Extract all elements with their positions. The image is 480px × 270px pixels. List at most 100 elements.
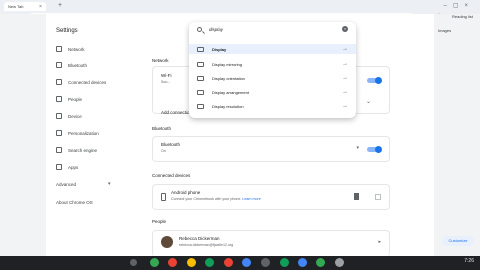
sidebar-item-device[interactable]: Device [56, 113, 82, 119]
display-icon [197, 46, 204, 52]
section-title-connected-devices: Connected devices [152, 173, 191, 178]
arrow-right-icon: → [342, 46, 348, 52]
sidebar-item-personalization[interactable]: Personalization [56, 130, 99, 136]
status-tray[interactable]: 7:26 [464, 258, 474, 264]
bluetooth-card: Bluetooth On ▾ [152, 136, 390, 162]
sidebar-item-bluetooth[interactable]: Bluetooth [56, 62, 87, 68]
sidebar-item-network[interactable]: Network [56, 46, 85, 52]
android-phone-label: Android phone [171, 190, 201, 195]
arrow-right-icon: → [342, 103, 348, 109]
open-in-new-icon[interactable] [354, 193, 359, 200]
close-icon[interactable]: × [39, 4, 42, 10]
arrow-right-icon: → [342, 89, 348, 95]
clock: 7:26 [464, 258, 474, 264]
wifi-icon [56, 46, 62, 52]
account-row[interactable]: Rebecca Dickerman rebecca.dickerman@fjwa… [179, 236, 381, 247]
window-controls[interactable]: –▢× [443, 2, 474, 9]
search-result-label: Display arrangement [212, 89, 249, 95]
bluetooth-toggle[interactable] [367, 145, 382, 153]
android-phone-desc: Connect your Chromebook with your phone.… [171, 197, 261, 201]
sidebar-item-label: About Chrome OS [56, 200, 93, 205]
phone-icon [161, 193, 166, 201]
search-icon [197, 27, 202, 32]
learn-more-link[interactable]: Learn more [242, 197, 260, 201]
devices-icon [56, 79, 62, 85]
sidebar-item-about[interactable]: About Chrome OS [56, 200, 93, 205]
sidebar-item-label: People [68, 96, 83, 102]
android-phone-row[interactable]: Android phone Connect your Chromebook wi… [171, 190, 381, 201]
sidebar-item-label: Network [68, 46, 85, 52]
new-tab-icon[interactable]: + [58, 2, 62, 9]
docs-icon[interactable] [242, 258, 251, 267]
bluetooth-row[interactable]: Bluetooth On [161, 142, 381, 153]
bluetooth-icon [56, 62, 62, 68]
arrow-right-icon: → [342, 75, 348, 81]
connected-devices-card: Android phone Connect your Chromebook wi… [152, 184, 390, 210]
settings-gear-icon[interactable] [335, 258, 344, 267]
display-icon [197, 89, 204, 95]
account-name: Rebecca Dickerman [179, 236, 220, 241]
sidebar-item-connected-devices[interactable]: Connected devices [56, 79, 106, 85]
sidebar-item-apps[interactable]: Apps [56, 164, 78, 170]
sidebar-item-label: Personalization [68, 130, 99, 136]
search-input[interactable]: display × [189, 22, 356, 38]
dropdown-arrow-icon[interactable]: ▾ [356, 145, 359, 151]
arrow-right-icon: → [342, 61, 348, 67]
checkbox[interactable] [375, 194, 381, 200]
chevron-down-icon: ▾ [108, 181, 111, 187]
people-card: Rebecca Dickerman rebecca.dickerman@fjwa… [152, 230, 390, 257]
sidebar-item-label: Device [68, 113, 82, 119]
section-title-people: People [152, 219, 167, 224]
sidebar-item-label: Advanced [56, 181, 77, 187]
settings-search-dropdown: display × Display → Display mirroring → … [189, 22, 356, 118]
search-result-label: Display orientation [212, 75, 245, 81]
laptop-icon [56, 113, 62, 119]
search-result-label: Display mirroring [212, 61, 243, 67]
avatar [161, 236, 173, 248]
reading-list[interactable]: Reading list [452, 14, 473, 19]
launcher-icon[interactable] [130, 259, 137, 266]
brush-icon [56, 130, 62, 136]
classroom-icon[interactable] [298, 258, 307, 267]
sidebar-item-advanced[interactable]: Advanced ▾ [56, 181, 111, 187]
account-email: rebecca.dickerman@fjwalle12.org [179, 243, 234, 247]
search-result[interactable]: Display mirroring → [189, 59, 356, 69]
wifi-toggle[interactable] [367, 76, 382, 84]
text-icon[interactable] [261, 258, 270, 267]
photos-icon[interactable] [187, 258, 196, 267]
search-result[interactable]: Display → [189, 44, 356, 54]
search-result-label: Display [212, 46, 227, 52]
search-result[interactable]: Display resolution → [189, 101, 356, 111]
gmail-icon[interactable] [224, 258, 233, 267]
search-query: display [209, 27, 224, 32]
sidebar-item-search-engine[interactable]: Search engine [56, 147, 97, 153]
meet-icon[interactable] [205, 258, 214, 267]
chevron-right-icon[interactable]: ▸ [378, 239, 381, 245]
bookmark-images[interactable]: Images [438, 28, 451, 33]
bluetooth-status: On [161, 149, 166, 153]
sidebar-item-label: Apps [68, 164, 79, 170]
page-title: Settings [56, 28, 78, 34]
search-result[interactable]: Display orientation → [189, 73, 356, 83]
clear-icon[interactable]: × [342, 26, 348, 32]
bluetooth-label: Bluetooth [161, 142, 181, 147]
sidebar-item-label: Bluetooth [68, 62, 88, 68]
display-icon [197, 61, 204, 67]
customize-button[interactable]: Customize [442, 236, 474, 246]
display-icon [197, 103, 204, 109]
sidebar-item-people[interactable]: People [56, 96, 82, 102]
person-icon [56, 96, 62, 102]
sheets-icon[interactable] [280, 258, 289, 267]
chevron-down-icon[interactable]: ⌄ [366, 98, 371, 105]
search-engine-icon [56, 147, 62, 153]
add-connection-label: Add connection [161, 110, 193, 115]
section-title-bluetooth: Bluetooth [152, 126, 172, 131]
drive-icon[interactable] [150, 258, 159, 267]
shelf [0, 256, 480, 270]
search-result[interactable]: Display arrangement → [189, 87, 356, 97]
play-store-icon[interactable] [316, 258, 325, 267]
display-icon [197, 75, 204, 81]
apps-icon [56, 164, 62, 170]
sidebar-item-label: Connected devices [68, 79, 107, 85]
chrome-icon[interactable] [168, 258, 177, 267]
